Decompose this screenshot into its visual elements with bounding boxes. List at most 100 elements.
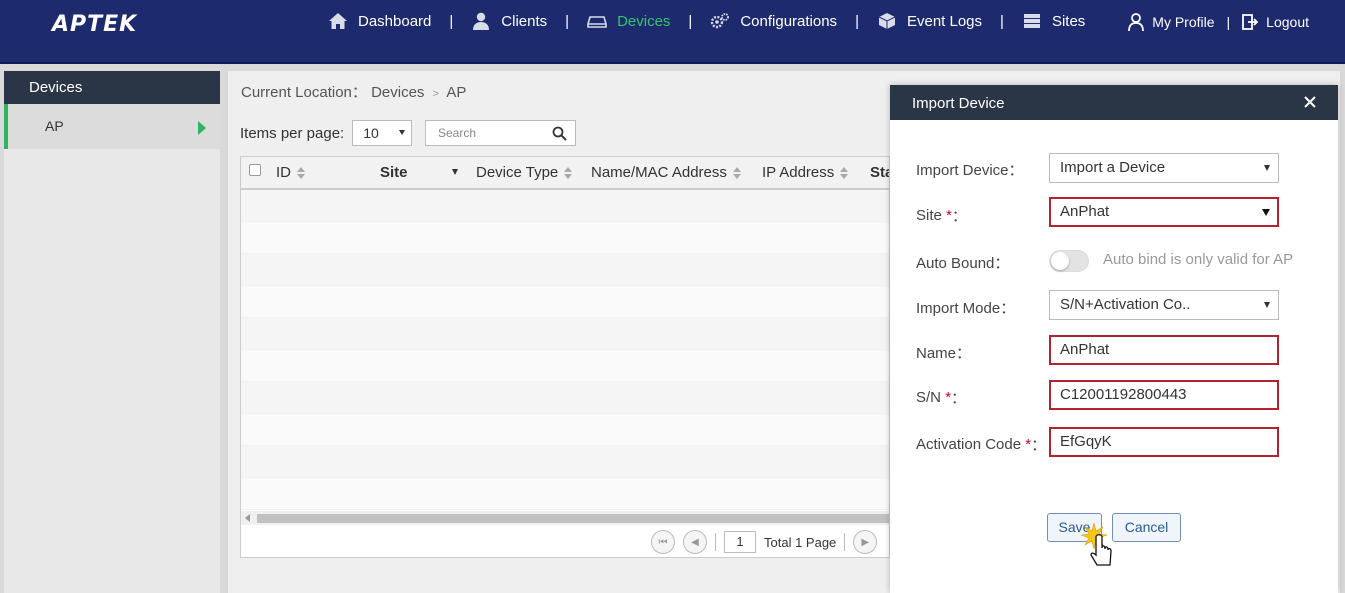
cube-icon (878, 13, 896, 29)
sort-icon[interactable] (297, 166, 305, 179)
empty-row (241, 190, 889, 222)
column-id[interactable]: ID (276, 164, 305, 181)
items-per-page-select[interactable]: 10 (352, 120, 413, 146)
nav-clients[interactable]: Clients (459, 12, 559, 30)
nav-configurations[interactable]: Configurations (698, 12, 849, 30)
label-colon: ： (1031, 437, 1047, 454)
breadcrumb-prefix: Current Location： (241, 84, 367, 101)
search-input[interactable]: Search (425, 120, 576, 146)
empty-row (241, 318, 889, 350)
nav-sites[interactable]: Sites (1010, 12, 1097, 30)
sidebar-title[interactable]: Devices (4, 71, 220, 104)
column-site-label: Site (380, 164, 408, 181)
scrollbar-thumb[interactable] (257, 514, 889, 523)
sort-icon[interactable] (564, 166, 573, 179)
import-device-select[interactable]: Import a Device (1049, 153, 1279, 183)
column-ip-address[interactable]: IP Address (762, 164, 849, 181)
nav-event-logs[interactable]: Event Logs (865, 12, 994, 30)
next-page-icon[interactable]: ▶ (853, 530, 878, 554)
device-icon (587, 16, 607, 28)
horizontal-scrollbar[interactable] (241, 511, 889, 525)
dropdown-arrow-icon (399, 130, 406, 135)
sidebar-item-ap[interactable]: AP (4, 104, 220, 149)
close-icon[interactable] (1300, 92, 1320, 112)
activation-code-input[interactable]: EfGqyK (1049, 427, 1279, 457)
table-header: ID Site Device Type Name/MAC Address IP … (241, 157, 889, 190)
activation-code-label: Activation Code *： (916, 434, 1046, 455)
aptek-logo[interactable]: APTEK (52, 12, 137, 37)
nav-separator: | (565, 12, 570, 30)
nav-separator: | (1226, 14, 1231, 30)
divider (715, 533, 716, 551)
prev-page-icon[interactable]: ◀ (683, 530, 707, 554)
activation-code-value: EfGqyK (1060, 433, 1112, 450)
auto-bound-toggle[interactable] (1049, 250, 1089, 272)
cancel-button[interactable]: Cancel (1112, 513, 1181, 542)
nav-dashboard[interactable]: Dashboard (316, 12, 443, 30)
devices-table: ID Site Device Type Name/MAC Address IP … (240, 156, 890, 558)
name-input[interactable]: AnPhat (1049, 335, 1279, 365)
select-all-checkbox[interactable] (249, 164, 261, 176)
import-device-dialog: Import Device Import Device： Import a De… (890, 85, 1338, 593)
empty-row (241, 414, 889, 446)
empty-row (241, 222, 889, 254)
label-colon: ： (951, 390, 967, 407)
sidebar: Devices AP (4, 71, 220, 593)
empty-row (241, 478, 889, 510)
my-profile-link[interactable]: My Profile (1118, 13, 1224, 31)
items-per-page-value: 10 (363, 125, 379, 141)
auto-bound-label: Auto Bound： (916, 255, 1010, 272)
sn-label-text: S/N (916, 389, 942, 406)
column-site[interactable]: Site (380, 164, 408, 181)
import-device-label: Import Device： (916, 162, 1024, 179)
nav-separator: | (1000, 12, 1004, 30)
nav-label-event-logs: Event Logs (906, 12, 983, 30)
divider (844, 533, 846, 551)
nav-label-dashboard: Dashboard (358, 12, 432, 30)
column-name-mac[interactable]: Name/MAC Address (591, 164, 741, 181)
sort-icon[interactable] (840, 166, 849, 179)
sn-input[interactable]: C12001192800443 (1049, 380, 1279, 410)
logout-link[interactable]: Logout (1232, 13, 1319, 31)
import-device-value: Import a Device (1060, 159, 1166, 176)
empty-row (241, 254, 889, 286)
checkbox[interactable] (249, 164, 261, 176)
column-device-type[interactable]: Device Type (476, 164, 573, 181)
sort-icon[interactable] (732, 166, 741, 179)
dropdown-arrow-icon (1264, 302, 1270, 308)
nav-devices[interactable]: Devices (575, 12, 682, 30)
column-ip-address-label: IP Address (762, 164, 835, 181)
search-icon[interactable] (552, 126, 567, 141)
nav-label-sites: Sites (1051, 12, 1086, 30)
nav-label-clients: Clients (501, 12, 548, 30)
site-label-text: Site (916, 207, 942, 224)
label-colon: ： (951, 208, 967, 225)
column-status[interactable]: Sta (870, 164, 889, 181)
auto-bound-hint: Auto bind is only valid for AP (1103, 251, 1294, 268)
caret-right-icon (198, 121, 206, 135)
site-select[interactable]: AnPhat (1049, 197, 1279, 227)
site-value: AnPhat (1060, 203, 1110, 220)
table-body (241, 190, 889, 510)
nav-separator: | (449, 12, 454, 30)
scroll-left-icon[interactable] (245, 514, 250, 522)
import-mode-label: Import Mode： (916, 300, 1016, 317)
site-filter-icon[interactable] (452, 169, 458, 175)
name-label: Name： (916, 345, 972, 362)
empty-row (241, 446, 889, 478)
sn-label: S/N *： (916, 387, 966, 408)
sidebar-item-label: AP (45, 118, 64, 134)
toggle-knob (1051, 252, 1069, 270)
total-pages-label: Total 1 Page (764, 534, 837, 550)
site-label: Site *： (916, 205, 967, 226)
import-mode-select[interactable]: S/N+Activation Co.. (1049, 290, 1279, 320)
breadcrumb-devices[interactable]: Devices (371, 84, 424, 101)
items-per-page: Items per page: 10 (240, 120, 413, 146)
home-icon (329, 13, 347, 29)
page-number-input[interactable]: 1 (724, 531, 756, 553)
first-page-icon[interactable]: ⏮ (651, 530, 675, 554)
server-icon (1023, 14, 1040, 28)
save-button[interactable]: Save (1047, 513, 1102, 542)
name-value: AnPhat (1060, 341, 1110, 358)
column-name-mac-label: Name/MAC Address (591, 164, 727, 181)
